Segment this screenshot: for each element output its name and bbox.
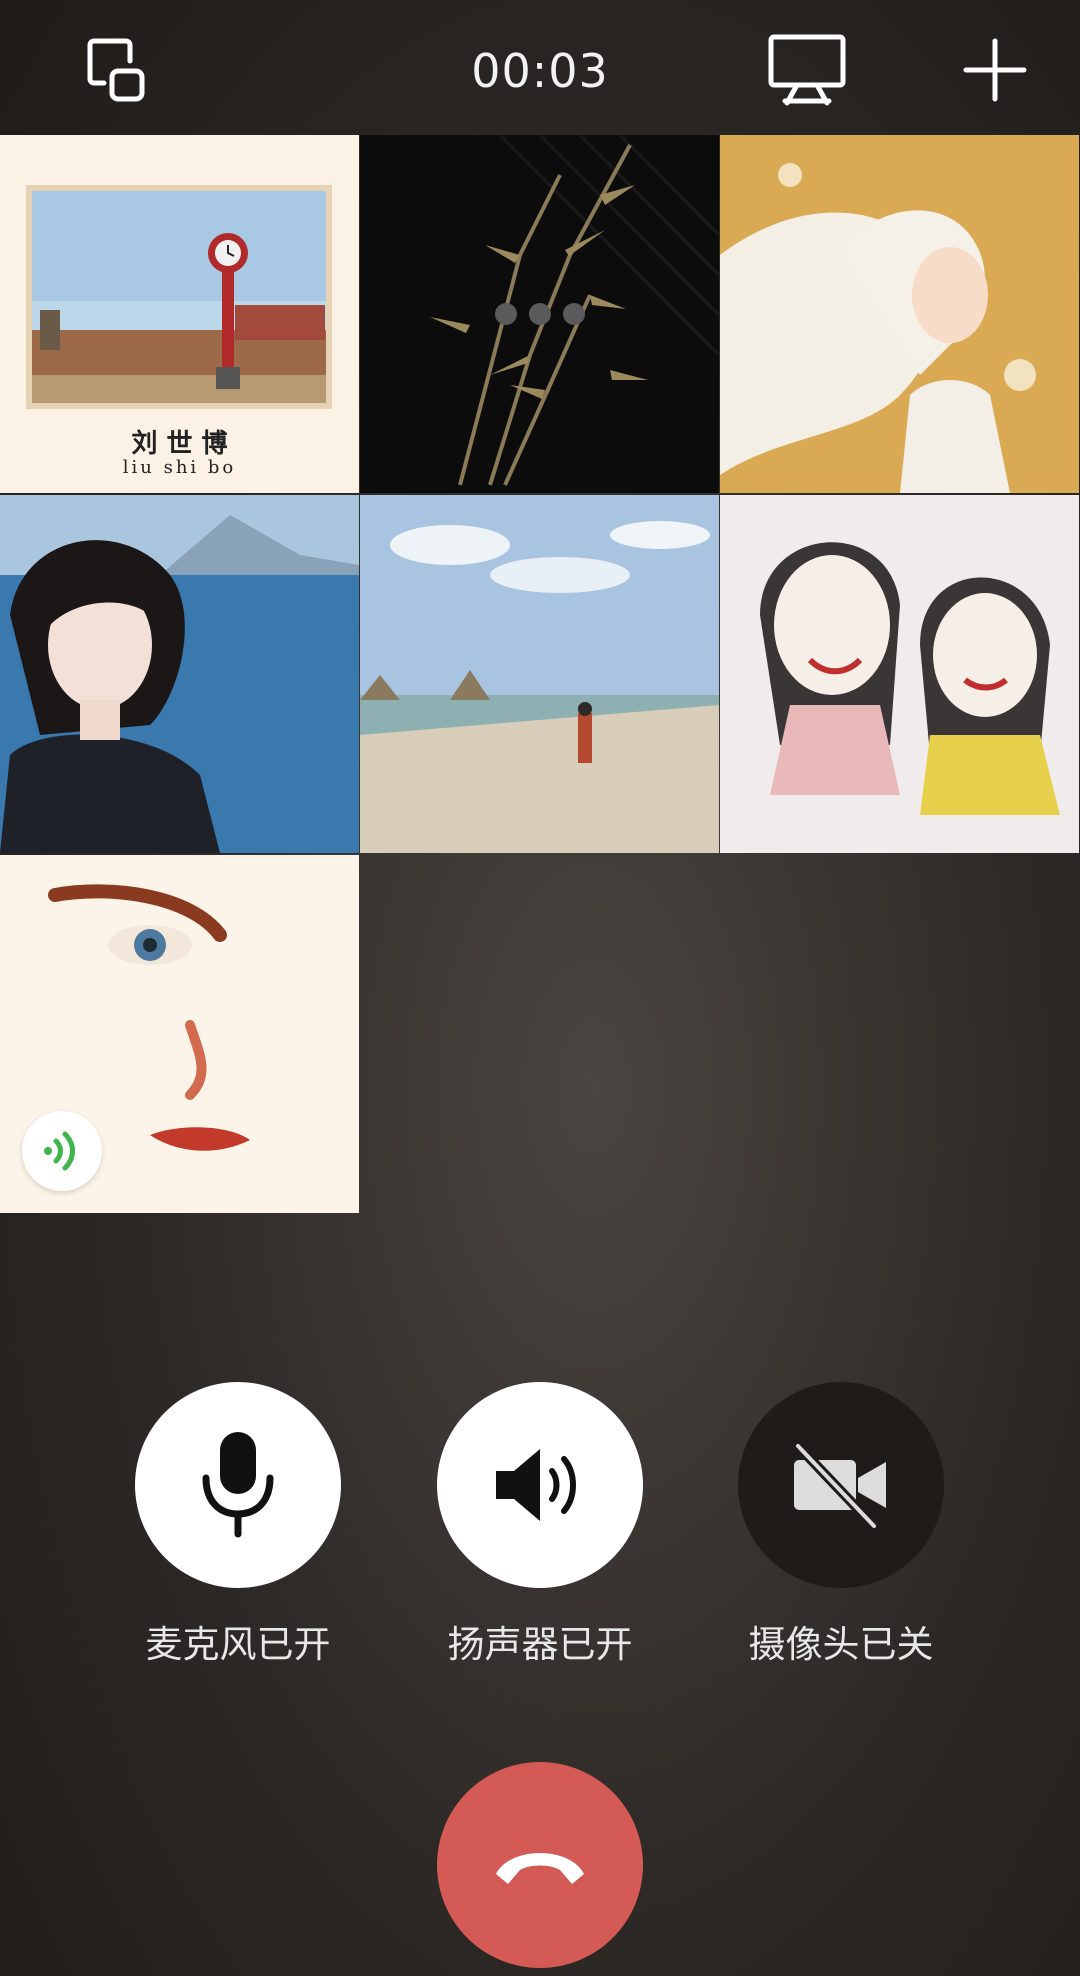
speaker-status-label: 扬声器已开 <box>447 1623 633 1666</box>
hang-up-button[interactable] <box>437 1762 643 1968</box>
mic-control: 麦克风已开 <box>135 1382 341 1668</box>
participant-tile[interactable]: 刘 世 博 liu shi bo <box>0 135 359 493</box>
sound-wave-icon <box>44 1131 75 1171</box>
avatar <box>760 542 1060 815</box>
add-member-icon[interactable] <box>955 30 1035 110</box>
participant-tile[interactable] <box>360 135 719 493</box>
participant-tile[interactable] <box>360 495 719 853</box>
participant-name-pinyin: liu shi bo <box>122 457 237 478</box>
mic-toggle-button[interactable] <box>135 1382 341 1588</box>
camera-off-icon <box>793 1441 886 1530</box>
top-bar: 00:03 <box>0 0 1080 135</box>
participant-grid: 刘 世 博 liu shi bo <box>0 135 1080 1213</box>
call-timer: 00:03 <box>471 44 609 98</box>
speaker-control: 扬声器已开 <box>437 1382 643 1668</box>
microphone-icon <box>202 1432 274 1538</box>
avatar <box>720 163 1036 493</box>
phone-hangup-icon <box>496 1853 584 1884</box>
participant-tile[interactable] <box>0 495 359 853</box>
connecting-indicator <box>360 303 719 325</box>
camera-status-label: 摄像头已关 <box>748 1623 934 1666</box>
participant-tile[interactable] <box>720 495 1079 853</box>
avatar <box>0 495 359 853</box>
screen-share-icon[interactable] <box>764 30 850 110</box>
camera-toggle-button[interactable] <box>738 1382 944 1588</box>
participant-tile[interactable] <box>0 855 359 1213</box>
avatar <box>360 495 719 853</box>
speaker-toggle-button[interactable] <box>437 1382 643 1588</box>
speaking-indicator <box>22 1111 102 1191</box>
camera-control: 摄像头已关 <box>738 1382 944 1668</box>
mic-status-label: 麦克风已开 <box>145 1623 331 1666</box>
speaker-icon <box>496 1449 576 1521</box>
participant-tile[interactable] <box>720 135 1079 493</box>
participant-name-han: 刘 世 博 <box>131 429 228 459</box>
